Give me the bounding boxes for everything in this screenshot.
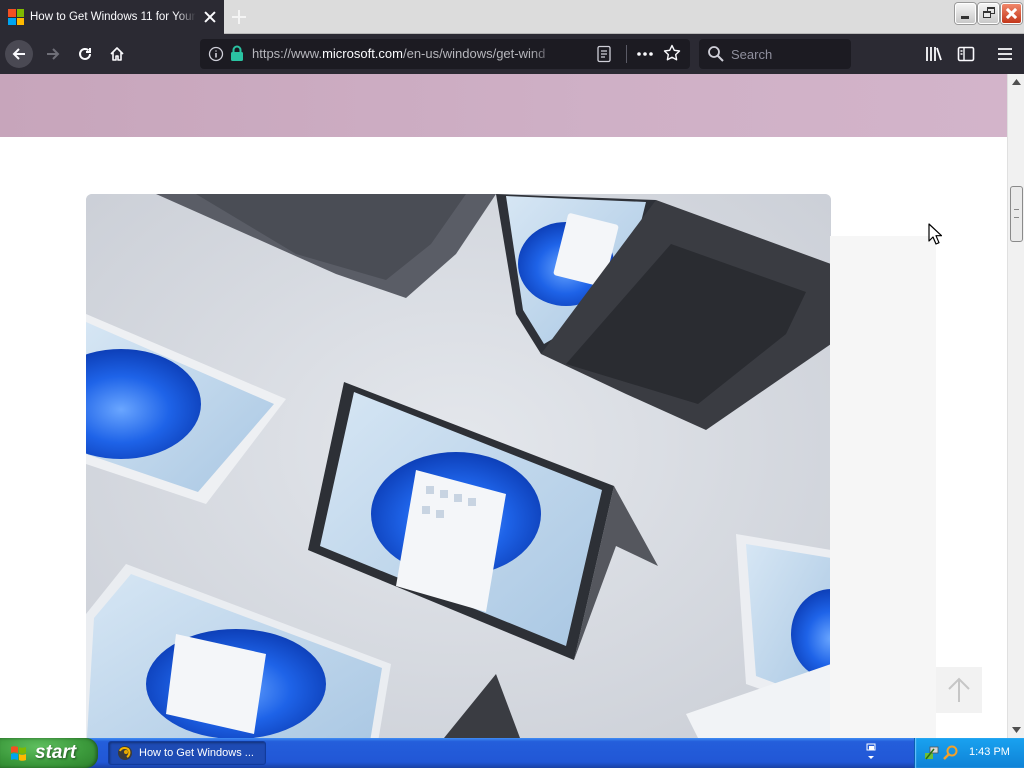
network-icon[interactable]: [924, 745, 940, 761]
url-text[interactable]: https://www.microsoft.com/en-us/windows/…: [252, 46, 560, 61]
back-button[interactable]: [5, 40, 33, 68]
restore-button[interactable]: [978, 3, 999, 24]
page-viewport[interactable]: [0, 74, 1007, 738]
arrow-right-icon: [47, 48, 60, 60]
page-actions-icon[interactable]: [636, 45, 654, 63]
lock-icon[interactable]: [230, 45, 244, 62]
hero-image: [86, 194, 831, 738]
scroll-down-button[interactable]: [1009, 722, 1024, 738]
minimize-button[interactable]: [955, 3, 976, 24]
firefox-app-icon: [118, 746, 132, 760]
home-button[interactable]: [103, 40, 131, 68]
clock[interactable]: 1:43 PM: [969, 746, 1010, 758]
chevron-down-icon: [1012, 727, 1021, 733]
home-icon: [110, 47, 124, 61]
search-field[interactable]: Search: [699, 39, 851, 69]
forward-button[interactable]: [39, 40, 67, 68]
search-placeholder: Search: [731, 47, 773, 62]
arrow-left-icon: [12, 48, 25, 60]
tab-strip: How to Get Windows 11 for Your C: [0, 0, 1024, 34]
window-controls: [955, 3, 1022, 24]
tab-title: How to Get Windows 11 for Your C: [30, 11, 196, 23]
address-bar[interactable]: https://www.microsoft.com/en-us/windows/…: [200, 39, 690, 69]
tab-active[interactable]: How to Get Windows 11 for Your C: [0, 0, 224, 34]
side-panel: [830, 236, 936, 738]
search-tray-icon[interactable]: [943, 745, 959, 761]
chevron-up-icon: [1012, 79, 1021, 85]
new-tab-icon[interactable]: [231, 9, 247, 25]
windows-flag-icon: [11, 746, 26, 761]
taskbar-window-title: How to Get Windows ...: [139, 747, 254, 759]
reload-icon: [79, 47, 91, 60]
microsoft-logo-icon: [8, 9, 24, 25]
search-icon: [708, 46, 724, 62]
mouse-cursor-icon: [928, 223, 942, 245]
menu-button[interactable]: [991, 40, 1019, 68]
info-icon[interactable]: [208, 46, 224, 62]
url-separator: [626, 45, 627, 63]
scrollbar-thumb[interactable]: [1010, 186, 1023, 242]
taskbar: start How to Get Windows ... 1:43 PM: [0, 738, 1024, 768]
bookmark-star-icon[interactable]: [663, 44, 681, 62]
arrow-up-icon: [948, 677, 970, 702]
library-button[interactable]: [920, 40, 948, 68]
start-button[interactable]: start: [0, 738, 98, 768]
windows-11-laptops-photo: [86, 194, 831, 738]
taskbar-window-item[interactable]: How to Get Windows ...: [108, 741, 266, 765]
reload-button[interactable]: [71, 40, 99, 68]
scroll-up-button[interactable]: [1009, 74, 1024, 90]
system-tray: 1:43 PM: [914, 738, 1024, 768]
reader-view-icon[interactable]: [596, 45, 612, 63]
navigation-toolbar: https://www.microsoft.com/en-us/windows/…: [0, 34, 1024, 74]
hamburger-menu-icon: [998, 48, 1012, 60]
window-close-button[interactable]: [1001, 3, 1022, 24]
start-label: start: [35, 742, 77, 763]
vertical-scrollbar[interactable]: [1007, 74, 1024, 738]
back-to-top-button[interactable]: [936, 667, 982, 713]
page-banner: [0, 74, 1007, 137]
tab-close-icon[interactable]: [202, 9, 218, 25]
library-icon: [926, 47, 942, 61]
tray-toggle-icon[interactable]: [864, 743, 878, 763]
sidebar-icon: [957, 46, 975, 62]
sidebar-button[interactable]: [952, 40, 980, 68]
